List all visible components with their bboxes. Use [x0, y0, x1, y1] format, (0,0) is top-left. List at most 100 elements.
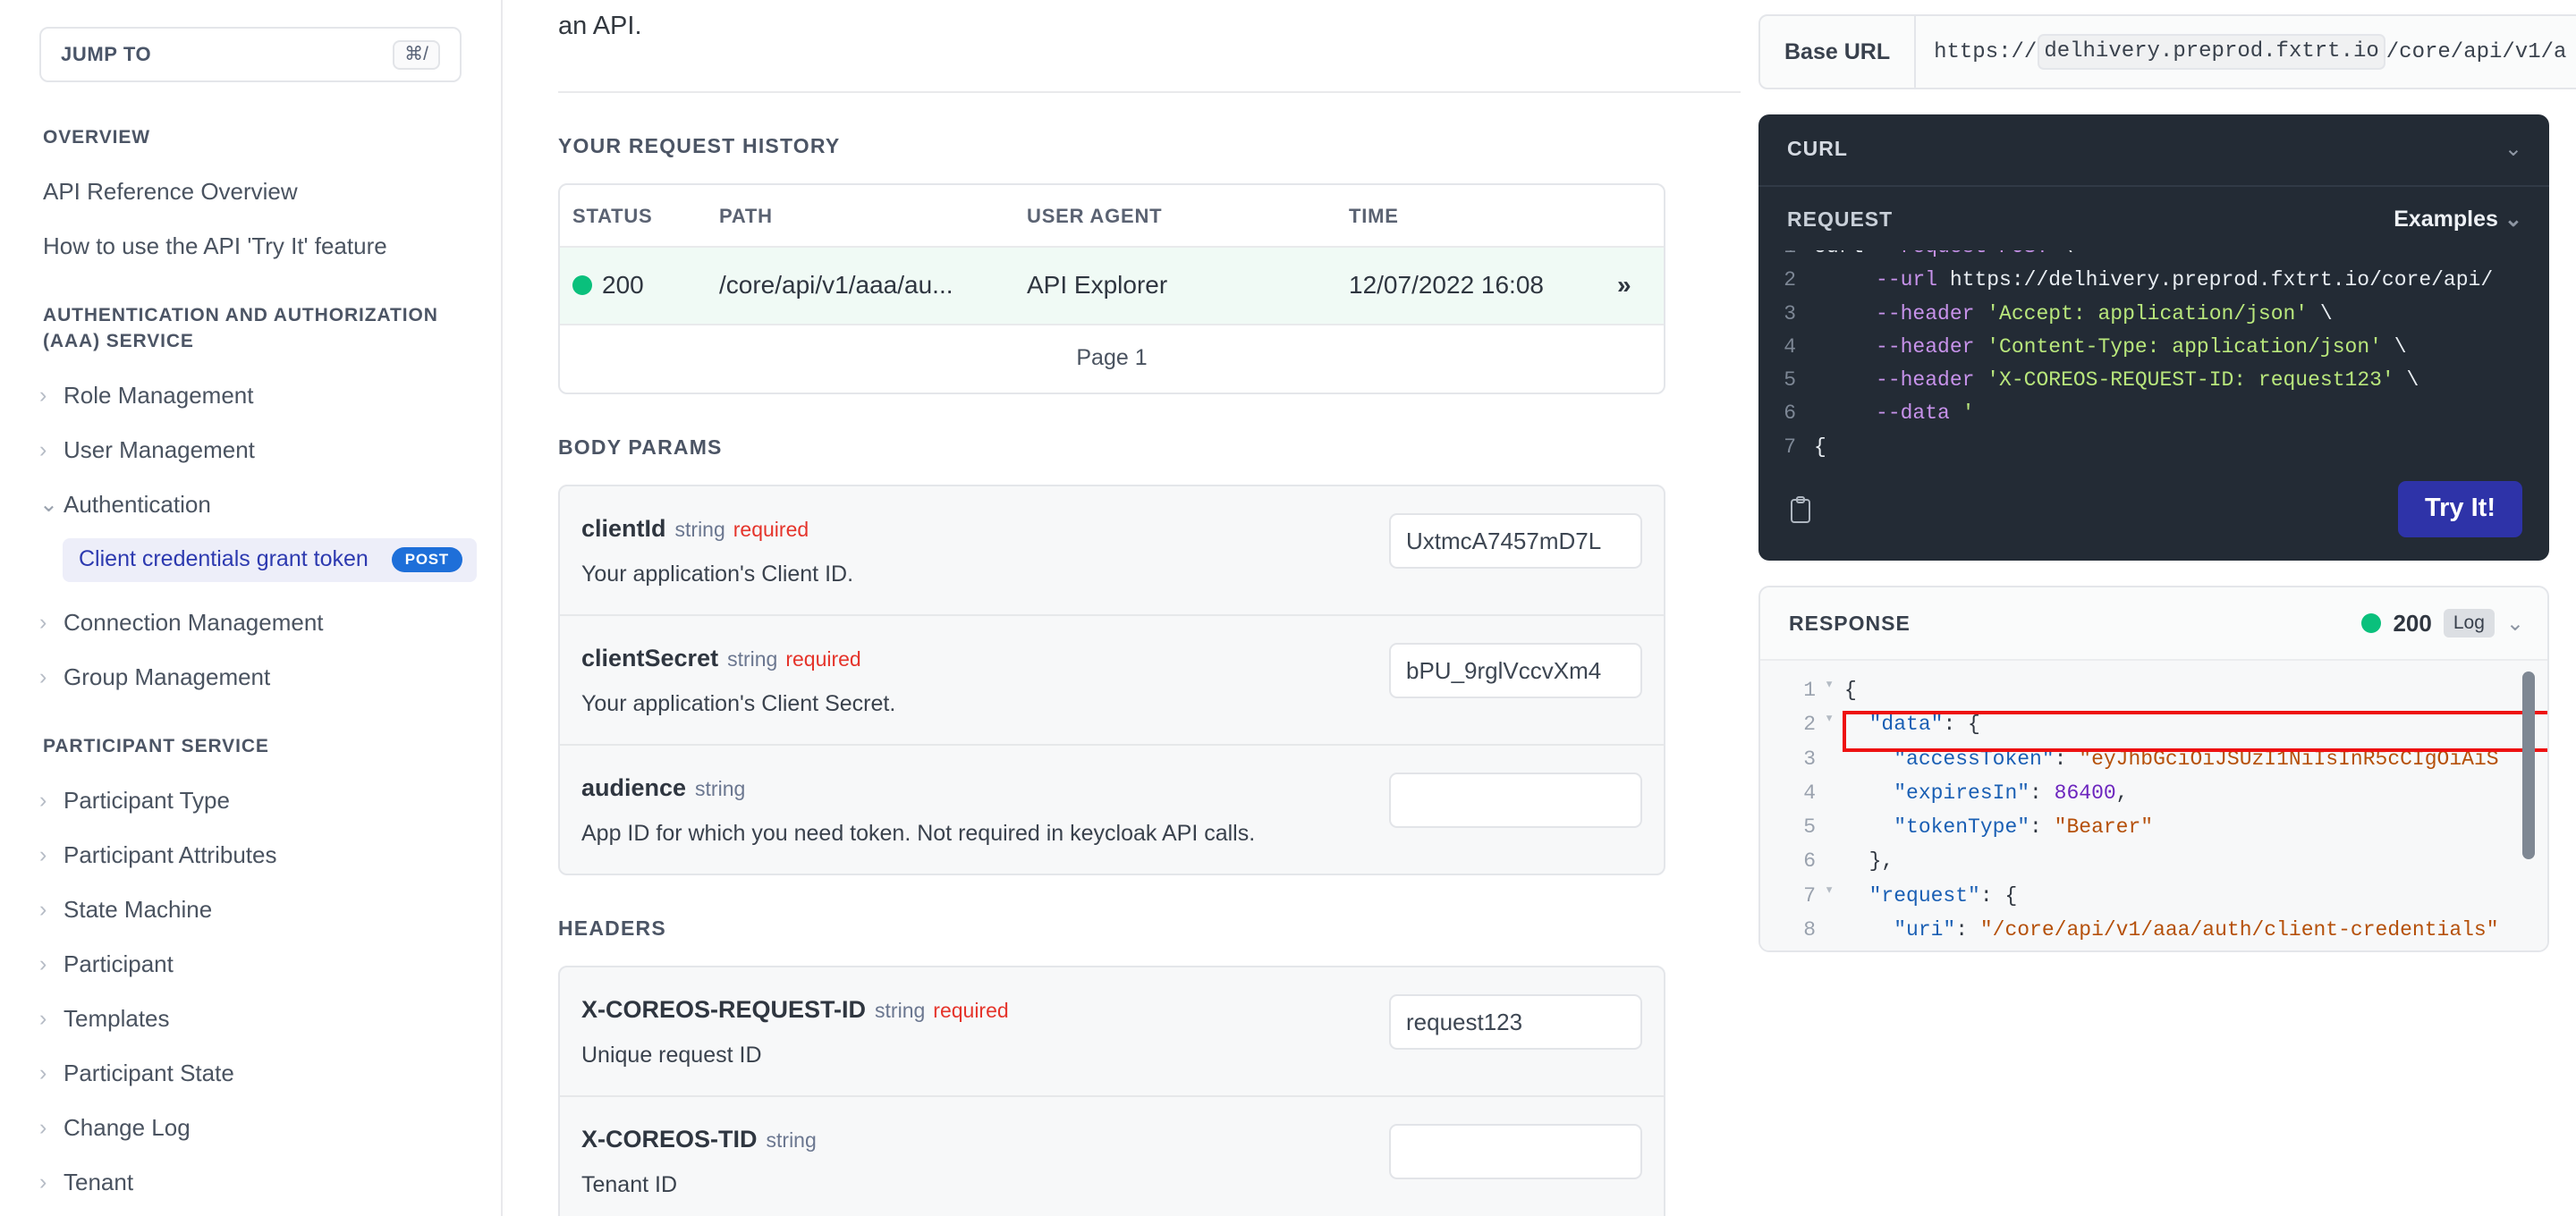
sidebar-item-participant[interactable]: › Participant [39, 950, 462, 978]
input-clientsecret[interactable]: bPU_9rglVccvXm4 [1389, 643, 1642, 699]
line-number: 5 [1803, 815, 1816, 840]
base-url-value[interactable]: https://delhivery.preprod.fxtrt.io/core/… [1916, 16, 2576, 88]
sidebar-item-label: Tenant [64, 1169, 134, 1196]
line-number: 4 [1784, 334, 1796, 359]
cell-user-agent: API Explorer [1027, 271, 1168, 300]
examples-dropdown[interactable]: Examples ⌄ [2394, 207, 2522, 232]
sidebar-item-label: Authentication [64, 491, 211, 519]
api-reference-page: JUMP TO ⌘/ OVERVIEW API Reference Overvi… [0, 0, 2576, 1216]
base-url-host[interactable]: delhivery.preprod.fxtrt.io [2038, 34, 2385, 70]
param-description: Unique request ID [581, 1043, 762, 1068]
param-description: Your application's Client ID. [581, 562, 854, 587]
param-type: string [727, 647, 778, 671]
sidebar-item-tenant[interactable]: › Tenant [39, 1169, 462, 1196]
code-line: 2 ▾ "data": { [1760, 707, 2547, 741]
param-type: string [766, 1128, 817, 1153]
main-content: an API. YOUR REQUEST HISTORY STATUS PATH… [503, 0, 1741, 1216]
sidebar-item-api-reference-overview[interactable]: API Reference Overview [43, 178, 462, 206]
chevron-right-icon: › [39, 383, 47, 409]
sidebar: JUMP TO ⌘/ OVERVIEW API Reference Overvi… [0, 0, 503, 1216]
curl-panel-header[interactable]: CURL ⌄ [1758, 114, 2549, 187]
jump-to-search[interactable]: JUMP TO ⌘/ [39, 27, 462, 82]
param-required: required [933, 999, 1009, 1023]
cell-time: 12/07/2022 16:08 [1349, 271, 1544, 300]
param-type: string [695, 777, 746, 801]
response-scrollbar[interactable] [2522, 671, 2535, 859]
input-x-coreos-tid[interactable] [1389, 1124, 1642, 1180]
keyboard-shortcut-badge: ⌘/ [393, 39, 440, 70]
chevron-right-icon: › [39, 951, 47, 977]
chevron-down-icon[interactable]: ⌄ [2506, 611, 2524, 637]
sidebar-item-how-to-use-try-it[interactable]: How to use the API 'Try It' feature [43, 232, 462, 260]
sidebar-item-label: Group Management [64, 663, 271, 691]
sidebar-item-client-credentials-grant-token[interactable]: Client credentials grant token POST [63, 538, 477, 583]
input-clientid[interactable]: UxtmcA7457mD7L [1389, 513, 1642, 570]
fold-marker-icon [1825, 776, 1844, 810]
body-params-title: BODY PARAMS [558, 435, 723, 460]
chevron-right-icon: › [39, 842, 47, 868]
sidebar-item-user-management[interactable]: › User Management [39, 436, 462, 464]
right-panel: Base URL https://delhivery.preprod.fxtrt… [1741, 0, 2576, 1216]
chevron-right-icon: › [39, 1115, 47, 1141]
sidebar-item-label: Participant [64, 950, 174, 978]
request-label: REQUEST [1787, 207, 1894, 231]
expand-row-chevrons-icon[interactable]: » [1617, 271, 1664, 300]
param-name: clientSecret [581, 645, 719, 672]
clipboard-icon[interactable] [1789, 495, 1812, 524]
line-number: 3 [1803, 747, 1816, 771]
base-url-bar: Base URL https://delhivery.preprod.fxtrt… [1758, 14, 2576, 89]
fold-marker-icon[interactable]: ▾ [1825, 879, 1844, 913]
param-type: string [875, 999, 926, 1023]
chevron-right-icon: › [39, 610, 47, 636]
chevron-right-icon: › [39, 897, 47, 923]
body-params-card: clientId string required Your application'… [558, 485, 1665, 876]
sidebar-item-connection-management[interactable]: › Connection Management [39, 609, 462, 637]
chevron-down-icon[interactable]: ⌄ [2504, 136, 2522, 162]
sidebar-item-participant-type[interactable]: › Participant Type [39, 787, 462, 815]
fold-marker-icon [1825, 742, 1844, 776]
chevron-right-icon: › [39, 1170, 47, 1195]
sidebar-item-role-management[interactable]: › Role Management [39, 382, 462, 410]
section-title-overview: OVERVIEW [43, 127, 151, 148]
response-status-code: 200 [2393, 609, 2432, 637]
chevron-right-icon: › [39, 788, 47, 814]
sidebar-item-templates[interactable]: › Templates [39, 1005, 462, 1033]
line-number: 6 [1784, 401, 1796, 426]
cell-status: 200 [560, 271, 719, 300]
pagination-label[interactable]: Page 1 [560, 325, 1664, 393]
fold-marker-icon [1825, 913, 1844, 947]
code-line: 3 "accessToken": "eyJhbGciOiJSUzI1NiIsIn… [1760, 742, 2547, 776]
table-row[interactable]: 200 /core/api/v1/aaa/au... API Explorer … [560, 246, 1664, 326]
log-badge[interactable]: Log [2443, 609, 2495, 638]
line-number: 5 [1784, 368, 1796, 392]
response-title: RESPONSE [1789, 611, 1911, 635]
sidebar-item-state-machine[interactable]: › State Machine [39, 896, 462, 924]
sidebar-item-change-log[interactable]: › Change Log [39, 1114, 462, 1142]
sidebar-item-label: Participant Attributes [64, 841, 277, 869]
sidebar-item-participant-state[interactable]: › Participant State [39, 1060, 462, 1087]
fold-marker-icon[interactable]: ▾ [1825, 707, 1844, 741]
line-number: 7 [1803, 883, 1816, 908]
column-header-status: STATUS [572, 205, 653, 228]
status-dot-success-icon [2361, 613, 2382, 633]
input-x-coreos-request-id[interactable]: request123 [1389, 994, 1642, 1051]
input-audience[interactable] [1389, 773, 1642, 829]
param-description: App ID for which you need token. Not req… [581, 821, 1256, 847]
line-number: 8 [1803, 917, 1816, 942]
param-row-x-coreos-tid: X-COREOS-TID string Tenant ID [560, 1097, 1664, 1216]
param-name: clientId [581, 515, 666, 543]
code-line: 4 --header 'Content-Type: application/js… [1758, 331, 2549, 364]
code-line: 7{ [1758, 431, 2549, 464]
code-line: 2 --url https://delhivery.preprod.fxtrt.… [1758, 264, 2549, 297]
sidebar-item-participant-attributes[interactable]: › Participant Attributes [39, 841, 462, 869]
try-it-button[interactable]: Try It! [2398, 481, 2522, 537]
fold-marker-icon[interactable]: ▾ [1825, 673, 1844, 707]
line-number: 7 [1784, 435, 1796, 459]
response-code-block[interactable]: 1 ▾{2 ▾ "data": {3 "accessToken": "eyJhbGc… [1760, 659, 2547, 950]
sidebar-item-authentication[interactable]: ⌄ Authentication [39, 491, 462, 519]
sidebar-item-group-management[interactable]: › Group Management [39, 663, 462, 691]
curl-code-block[interactable]: 1curl --request POST \2 --url https://de… [1758, 250, 2549, 463]
base-url-path: /core/api/v1/a [2385, 39, 2567, 64]
request-history-table: STATUS PATH USER AGENT TIME 200 /core/ap… [558, 183, 1665, 395]
fold-marker-icon [1825, 810, 1844, 844]
